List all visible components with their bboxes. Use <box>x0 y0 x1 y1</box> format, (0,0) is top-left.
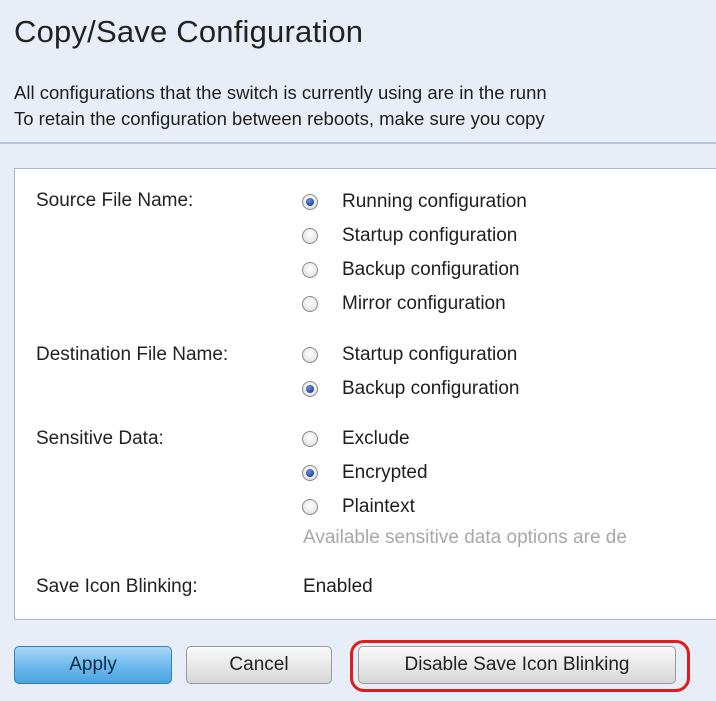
option-label: Mirror configuration <box>342 293 506 314</box>
destination-option-startup[interactable]: Startup configuration <box>302 342 517 368</box>
destination-radio-startup[interactable] <box>302 347 318 363</box>
source-option-backup[interactable]: Backup configuration <box>302 257 519 283</box>
option-label: Encrypted <box>342 462 428 483</box>
option-label: Plaintext <box>342 496 415 517</box>
source-radio-mirror[interactable] <box>302 296 318 312</box>
option-label: Startup configuration <box>342 344 518 365</box>
disable-save-icon-blinking-button[interactable]: Disable Save Icon Blinking <box>358 646 676 684</box>
sensitive-radio-exclude[interactable] <box>302 431 318 447</box>
source-option-mirror[interactable]: Mirror configuration <box>302 291 506 317</box>
source-option-startup[interactable]: Startup configuration <box>302 223 517 249</box>
sensitive-radio-encrypted[interactable] <box>302 465 318 481</box>
cancel-button[interactable]: Cancel <box>186 646 332 684</box>
sensitive-radio-plaintext[interactable] <box>302 499 318 515</box>
sensitive-data-label: Sensitive Data: <box>36 428 164 449</box>
destination-file-label: Destination File Name: <box>36 344 229 365</box>
section-divider <box>0 142 716 144</box>
option-label: Startup configuration <box>342 225 518 246</box>
apply-button[interactable]: Apply <box>14 646 172 684</box>
save-icon-blinking-value: Enabled <box>303 576 373 597</box>
option-label: Backup configuration <box>342 259 520 280</box>
description-line-2: To retain the configuration between rebo… <box>14 108 545 129</box>
save-icon-blinking-label: Save Icon Blinking: <box>36 576 198 597</box>
source-file-label: Source File Name: <box>36 190 194 211</box>
option-label: Exclude <box>342 428 410 449</box>
page-description: All configurations that the switch is cu… <box>14 80 714 132</box>
description-line-1: All configurations that the switch is cu… <box>14 82 547 103</box>
option-label: Backup configuration <box>342 378 520 399</box>
sensitive-option-encrypted[interactable]: Encrypted <box>302 460 428 486</box>
sensitive-option-exclude[interactable]: Exclude <box>302 426 410 452</box>
page-title: Copy/Save Configuration <box>14 14 364 49</box>
sensitive-data-note: Available sensitive data options are de <box>303 527 627 548</box>
source-radio-backup[interactable] <box>302 262 318 278</box>
source-radio-running[interactable] <box>302 194 318 210</box>
destination-option-backup[interactable]: Backup configuration <box>302 376 519 402</box>
destination-radio-backup[interactable] <box>302 381 318 397</box>
sensitive-option-plaintext[interactable]: Plaintext <box>302 494 415 520</box>
source-radio-startup[interactable] <box>302 228 318 244</box>
option-label: Running configuration <box>342 191 527 212</box>
source-option-running[interactable]: Running configuration <box>302 189 527 215</box>
